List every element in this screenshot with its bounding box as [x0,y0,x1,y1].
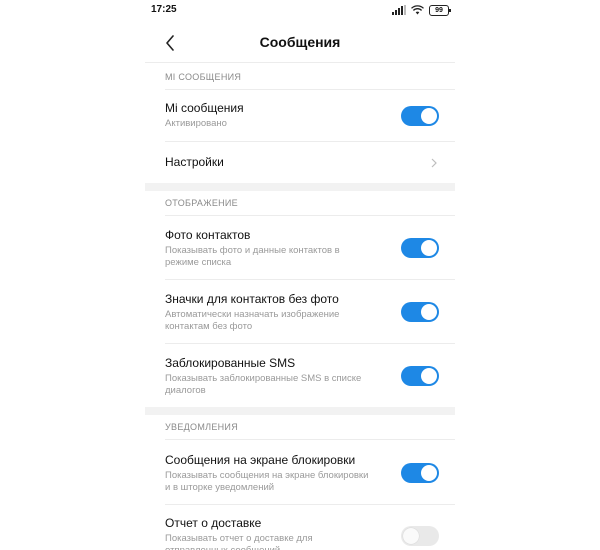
toggle-knob [421,240,437,256]
section-header-notifications: УВЕДОМЛЕНИЯ [165,422,238,432]
wifi-icon [411,5,424,15]
header-divider [145,62,455,63]
contact-badges-toggle[interactable] [401,302,439,322]
blocked-sms-toggle[interactable] [401,366,439,386]
delivery-report-toggle[interactable] [401,526,439,546]
setting-subtitle: Активировано [165,118,227,129]
section-gap [145,407,455,415]
mi-messages-toggle[interactable] [401,106,439,126]
setting-row-lockscreen-messages[interactable]: Сообщения на экране блокировки Показыват… [145,453,455,503]
status-bar: 17:25 99 [145,0,455,22]
setting-subtitle: Показывать фото и данные контактов в реж… [165,245,340,268]
setting-title: Настройки [165,155,224,169]
setting-row-contact-photos[interactable]: Фото контактов Показывать фото и данные … [145,228,455,278]
status-icons: 99 [392,4,451,16]
toggle-knob [421,108,437,124]
battery-icon: 99 [429,4,451,16]
setting-row-contact-badges[interactable]: Значки для контактов без фото Автоматиче… [145,292,455,342]
setting-subtitle: Автоматически назначать изображение конт… [165,309,340,332]
setting-row-blocked-sms[interactable]: Заблокированные SMS Показывать заблокиро… [145,356,455,406]
setting-row-settings[interactable]: Настройки [145,155,455,183]
divider [165,215,455,216]
toggle-knob [421,368,437,384]
setting-subtitle: Показывать заблокированные SMS в списке … [165,373,362,396]
lockscreen-messages-toggle[interactable] [401,463,439,483]
setting-row-delivery-report[interactable]: Отчет о доставке Показывать отчет о дост… [145,516,455,550]
signal-icon [392,5,406,15]
toggle-knob [421,465,437,481]
setting-row-mi-messages[interactable]: Mi сообщения Активировано [145,101,455,141]
chevron-right-icon [431,158,437,168]
divider [165,141,455,142]
status-time: 17:25 [151,4,177,15]
phone-screen: 17:25 99 Сообщения MI СООБЩЕНИЯ Mi сообщ… [145,0,455,550]
divider [165,439,455,440]
toggle-knob [403,528,419,544]
divider [165,89,455,90]
setting-subtitle: Показывать сообщения на экране блокировк… [165,470,369,493]
app-header: Сообщения [145,26,455,60]
toggle-knob [421,304,437,320]
contact-photos-toggle[interactable] [401,238,439,258]
divider [165,504,455,505]
divider [165,279,455,280]
setting-subtitle: Показывать отчет о доставке для отправле… [165,533,313,550]
section-header-mi: MI СООБЩЕНИЯ [165,72,242,82]
page-title: Сообщения [259,34,341,50]
divider [165,343,455,344]
section-gap [145,183,455,191]
section-header-display: ОТОБРАЖЕНИЕ [165,198,238,208]
